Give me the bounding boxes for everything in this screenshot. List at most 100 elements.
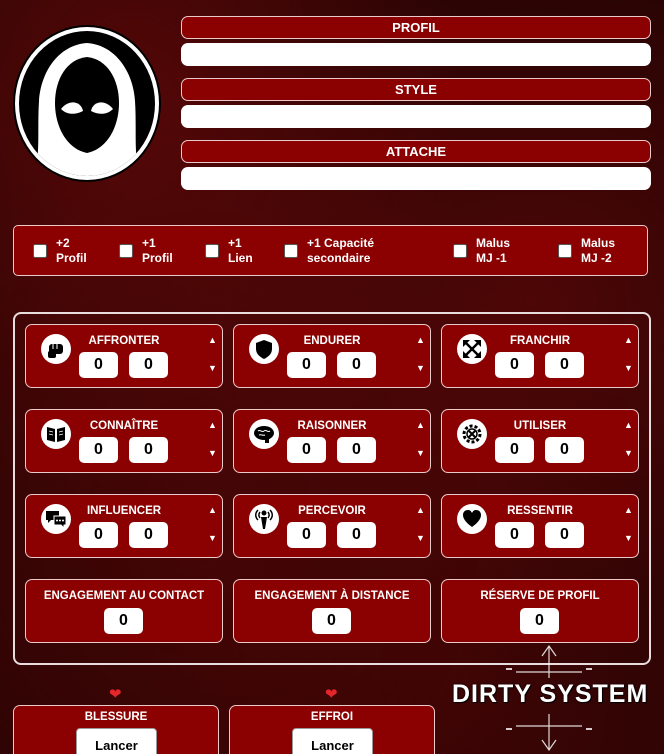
effroi-box: EFFROI Lancer [229, 705, 435, 754]
increment-arrow[interactable]: ▲ [208, 420, 217, 430]
engagement-name: RÉSERVE DE PROFIL [480, 590, 600, 602]
skill-connaitre: CONNAÎTRE 0 0 ▲ ▼ [25, 409, 223, 473]
blessure-box: BLESSURE Lancer [13, 705, 219, 754]
modifier-label: +1 Capacité secondaire [307, 235, 375, 265]
skill-affronter: AFFRONTER 0 0 ▲ ▼ [25, 324, 223, 388]
engagement-value[interactable]: 0 [104, 608, 143, 634]
skill-value-1[interactable]: 0 [79, 352, 118, 378]
skill-value-2[interactable]: 0 [129, 522, 168, 548]
modifier-plus1-lien[interactable]: +1 Lien [205, 226, 253, 275]
checkbox[interactable] [453, 243, 467, 258]
modifier-label: +1 Profil [142, 235, 173, 265]
profil-input[interactable] [181, 43, 651, 66]
skill-endurer: ENDURER 0 0 ▲ ▼ [233, 324, 431, 388]
avatar [13, 25, 161, 182]
increment-arrow[interactable]: ▲ [624, 420, 633, 430]
decrement-arrow[interactable]: ▼ [208, 533, 217, 543]
skill-percevoir: PERCEVOIR 0 0 ▲ ▼ [233, 494, 431, 558]
increment-arrow[interactable]: ▲ [208, 505, 217, 515]
decrement-arrow[interactable]: ▼ [416, 533, 425, 543]
engagement-value[interactable]: 0 [312, 608, 351, 634]
skill-name: FRANCHIR [509, 335, 571, 347]
logo-text: DIRTY SYSTEM [452, 680, 649, 708]
skill-value-2[interactable]: 0 [545, 352, 584, 378]
effroi-label: EFFROI [310, 711, 354, 723]
skill-name: INFLUENCER [86, 505, 162, 517]
modifier-plus1-profil[interactable]: +1 Profil [119, 226, 173, 275]
skill-value-2[interactable]: 0 [337, 437, 376, 463]
blessure-roll-button[interactable]: Lancer [76, 728, 157, 754]
profil-header: PROFIL [181, 16, 651, 39]
engagement-distance: ENGAGEMENT À DISTANCE 0 [233, 579, 431, 643]
increment-arrow[interactable]: ▲ [416, 335, 425, 345]
increment-arrow[interactable]: ▲ [416, 420, 425, 430]
skill-value-2[interactable]: 0 [337, 522, 376, 548]
decrement-arrow[interactable]: ▼ [208, 363, 217, 373]
skill-utiliser: UTILISER 0 0 ▲ ▼ [441, 409, 639, 473]
engagement-value[interactable]: 0 [520, 608, 559, 634]
skill-value-1[interactable]: 0 [79, 437, 118, 463]
modifier-plus2-profil[interactable]: +2 Profil [33, 226, 87, 275]
skill-value-2[interactable]: 0 [545, 437, 584, 463]
effroi-roll-button[interactable]: Lancer [292, 728, 373, 754]
skill-value-1[interactable]: 0 [287, 437, 326, 463]
modifier-label: +2 Profil [56, 235, 87, 265]
engagement-contact: ENGAGEMENT AU CONTACT 0 [25, 579, 223, 643]
skill-name: UTILISER [513, 420, 567, 432]
decrement-arrow[interactable]: ▼ [416, 363, 425, 373]
decrement-arrow[interactable]: ▼ [416, 448, 425, 458]
skill-value-1[interactable]: 0 [495, 522, 534, 548]
modifier-malus-mj-1[interactable]: Malus MJ -1 [453, 226, 510, 275]
checkbox[interactable] [119, 243, 133, 258]
reserve-profil: RÉSERVE DE PROFIL 0 [441, 579, 639, 643]
heart-icon: ❤ [325, 686, 338, 703]
blessure-label: BLESSURE [84, 711, 148, 723]
checkbox[interactable] [558, 243, 572, 258]
skill-ressentir: RESSENTIR 0 0 ▲ ▼ [441, 494, 639, 558]
skill-name: ENDURER [303, 335, 361, 347]
skill-name: AFFRONTER [88, 335, 160, 347]
increment-arrow[interactable]: ▲ [208, 335, 217, 345]
engagement-name: ENGAGEMENT AU CONTACT [43, 590, 205, 602]
checkbox[interactable] [284, 243, 298, 258]
skills-panel: AFFRONTER 0 0 ▲ ▼ ENDURER 0 0 ▲ ▼ FRANCH… [13, 312, 651, 665]
increment-arrow[interactable]: ▲ [624, 505, 633, 515]
skill-value-2[interactable]: 0 [545, 522, 584, 548]
skill-value-1[interactable]: 0 [287, 522, 326, 548]
modifier-label: Malus MJ -1 [476, 235, 511, 265]
increment-arrow[interactable]: ▲ [416, 505, 425, 515]
skill-value-1[interactable]: 0 [79, 522, 118, 548]
skill-value-1[interactable]: 0 [495, 437, 534, 463]
modifiers-row: +2 Profil +1 Profil +1 Lien +1 Capacité … [13, 225, 648, 276]
decrement-arrow[interactable]: ▼ [624, 448, 633, 458]
skill-franchir: FRANCHIR 0 0 ▲ ▼ [441, 324, 639, 388]
checkbox[interactable] [205, 243, 219, 258]
decrement-arrow[interactable]: ▼ [624, 533, 633, 543]
skill-value-2[interactable]: 0 [337, 352, 376, 378]
heart-icon: ❤ [109, 686, 122, 703]
skill-name: CONNAÎTRE [89, 420, 159, 432]
attache-header: ATTACHE [181, 140, 651, 163]
style-input[interactable] [181, 105, 651, 128]
skill-raisonner: RAISONNER 0 0 ▲ ▼ [233, 409, 431, 473]
modifier-plus1-capacite[interactable]: +1 Capacité secondaire [284, 226, 374, 275]
skill-name: PERCEVOIR [298, 505, 366, 517]
modifier-label: Malus MJ -2 [581, 235, 616, 265]
modifier-label: +1 Lien [228, 235, 253, 265]
attache-input[interactable] [181, 167, 651, 190]
skill-value-1[interactable]: 0 [287, 352, 326, 378]
increment-arrow[interactable]: ▲ [624, 335, 633, 345]
skill-name: RAISONNER [297, 420, 367, 432]
engagement-name: ENGAGEMENT À DISTANCE [254, 590, 410, 602]
style-header: STYLE [181, 78, 651, 101]
decrement-arrow[interactable]: ▼ [208, 448, 217, 458]
skill-value-2[interactable]: 0 [129, 437, 168, 463]
checkbox[interactable] [33, 243, 47, 258]
modifier-malus-mj-2[interactable]: Malus MJ -2 [558, 226, 615, 275]
skill-influencer: INFLUENCER 0 0 ▲ ▼ [25, 494, 223, 558]
hooded-figure-icon [19, 31, 155, 176]
skill-value-1[interactable]: 0 [495, 352, 534, 378]
skill-value-2[interactable]: 0 [129, 352, 168, 378]
skill-name: RESSENTIR [507, 505, 573, 517]
decrement-arrow[interactable]: ▼ [624, 363, 633, 373]
